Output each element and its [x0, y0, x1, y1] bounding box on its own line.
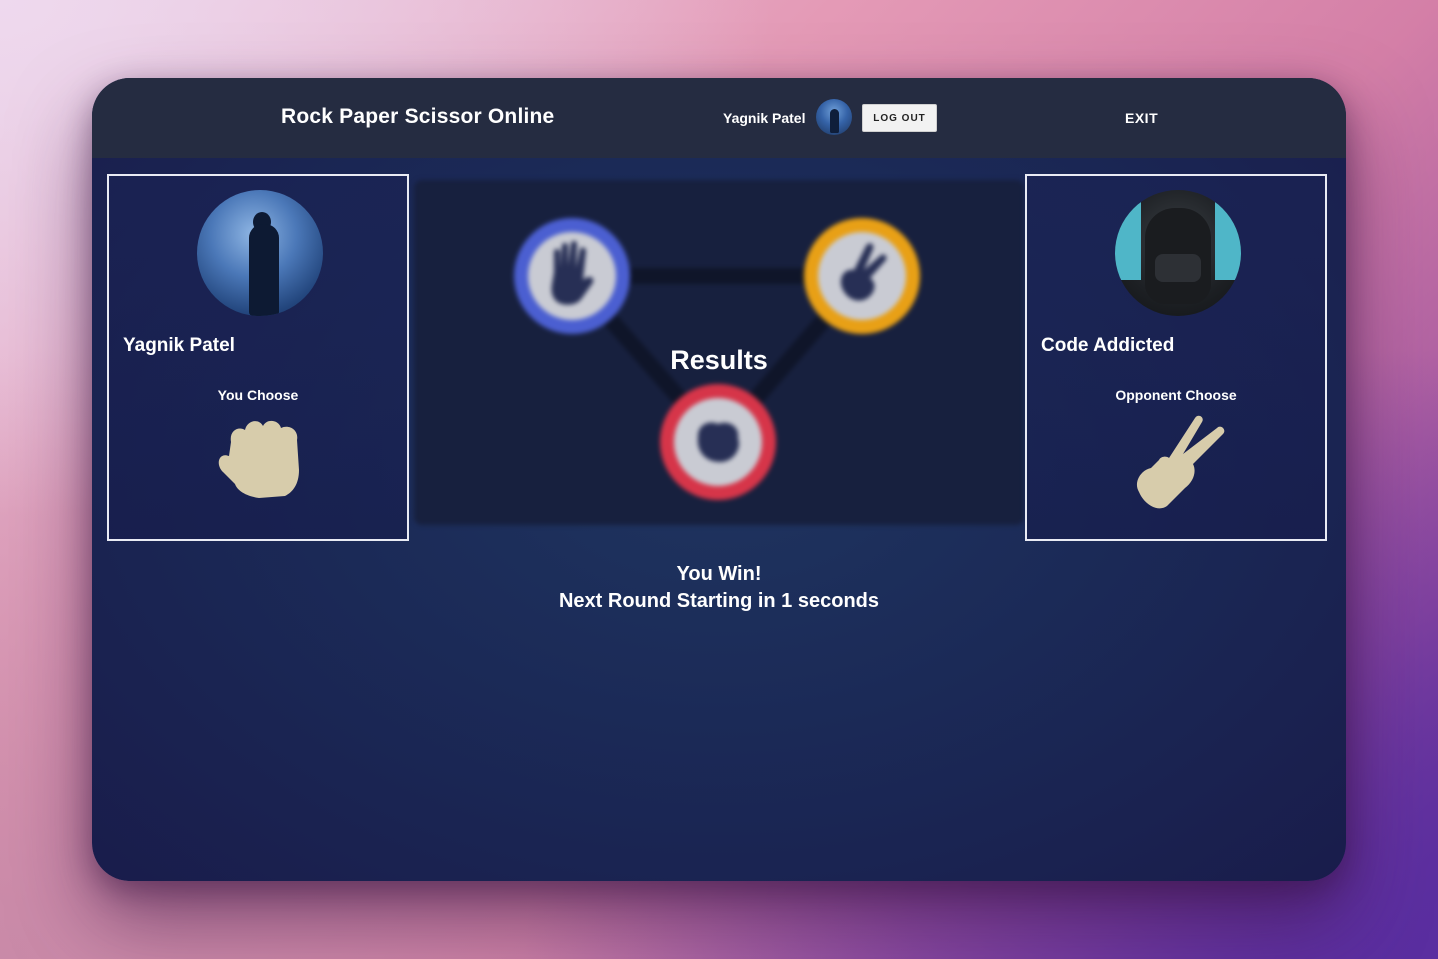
avatar	[1115, 190, 1241, 316]
header-avatar[interactable]	[816, 99, 852, 135]
next-round-text: Next Round Starting in 1 seconds	[558, 590, 880, 612]
avatar-hood-left	[1115, 200, 1141, 280]
avatar-mask	[1155, 254, 1201, 282]
result-text: You Win!	[676, 563, 762, 585]
game-window: Rock Paper Scissor Online Yagnik Patel L…	[92, 78, 1346, 881]
scissor-hand-shape	[1136, 415, 1225, 509]
header-user-name: Yagnik Patel	[723, 110, 806, 126]
logout-button[interactable]: LOG OUT	[862, 104, 937, 132]
avatar-hood-right	[1215, 200, 1241, 280]
scissor-hand-icon	[1136, 415, 1225, 509]
app-title: Rock Paper Scissor Online	[281, 105, 555, 128]
fist-shape	[218, 420, 299, 498]
paper-option[interactable]	[514, 218, 630, 334]
opponent-choose-label: Opponent Choose	[1115, 387, 1237, 403]
avatar-body	[249, 224, 279, 316]
avatar	[197, 190, 323, 316]
you-choose-label: You Choose	[217, 387, 299, 403]
round-outcome: You Win! Next Round Starting in 1 second…	[92, 561, 1346, 615]
rock-fist-icon	[218, 420, 299, 498]
avatar-figure	[830, 109, 839, 133]
rock-option[interactable]	[660, 384, 776, 500]
scissor-option[interactable]	[804, 218, 920, 334]
exit-button[interactable]: EXIT	[1125, 110, 1158, 126]
player-name: Code Addicted	[1041, 335, 1175, 356]
top-bar: Rock Paper Scissor Online Yagnik Patel L…	[92, 78, 1346, 158]
player-card-opponent: Code Addicted Opponent Choose	[1025, 174, 1327, 541]
